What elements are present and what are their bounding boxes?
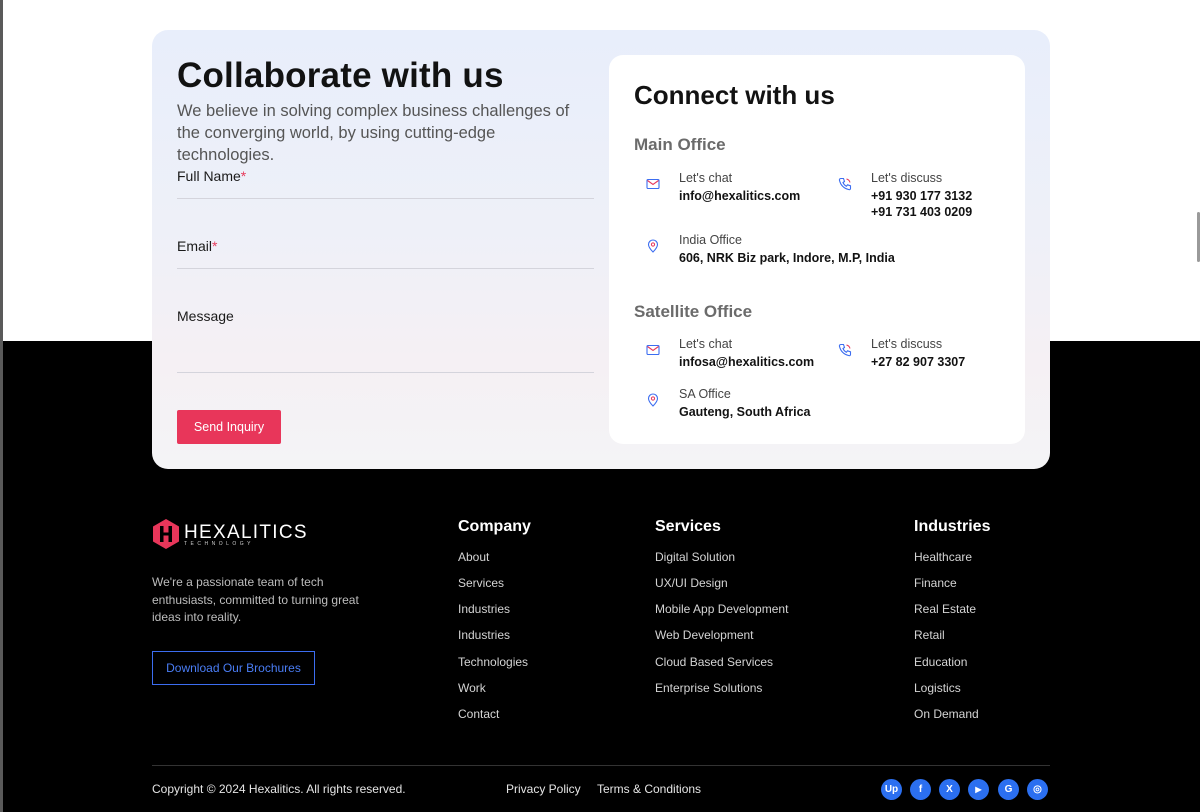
footer-link[interactable]: On Demand — [914, 707, 979, 721]
mail-icon — [646, 344, 660, 356]
instagram-icon[interactable]: ◎ — [1027, 779, 1048, 800]
location-pin-icon — [647, 393, 659, 407]
download-brochure-button[interactable]: Download Our Brochures — [152, 651, 315, 685]
x-twitter-icon[interactable]: X — [939, 779, 960, 800]
facebook-icon[interactable]: f — [910, 779, 931, 800]
footer-link[interactable]: Technologies — [458, 655, 528, 669]
footer-link[interactable]: Enterprise Solutions — [655, 681, 762, 695]
footer-link[interactable]: Work — [458, 681, 486, 695]
mail-icon — [646, 178, 660, 190]
collaborate-subtitle: We believe in solving complex business c… — [177, 102, 570, 164]
office-label: India Office — [679, 233, 743, 247]
email-link[interactable]: info@hexalitics.com — [679, 188, 800, 204]
terms-link[interactable]: Terms & Conditions — [597, 782, 701, 796]
chat-label: Let's chat — [679, 337, 733, 351]
services-column: Services Digital Solution UX/UI Design M… — [655, 518, 788, 695]
footer-link[interactable]: Education — [914, 655, 967, 669]
window-edge — [0, 0, 3, 812]
phone-link-2[interactable]: +91 731 403 0209 — [871, 204, 972, 220]
footer-link[interactable]: Services — [458, 576, 504, 590]
office-address: 606, NRK Biz park, Indore, M.P, India — [679, 251, 895, 265]
office-address: Gauteng, South Africa — [679, 405, 811, 419]
phone-link[interactable]: +27 82 907 3307 — [871, 354, 965, 370]
footer-link[interactable]: Logistics — [914, 681, 961, 695]
full-name-label: Full Name* — [177, 168, 247, 184]
footer-link[interactable]: Healthcare — [914, 550, 972, 564]
footer-link[interactable]: Contact — [458, 707, 499, 721]
footer-link[interactable]: About — [458, 550, 489, 564]
connect-panel: Connect with us Main Office Let's chat i… — [609, 55, 1025, 444]
office-label: SA Office — [679, 387, 731, 401]
industries-column: Industries Healthcare Finance Real Estat… — [914, 518, 991, 721]
phone-icon — [838, 177, 852, 191]
footer-divider — [152, 765, 1050, 766]
send-inquiry-button[interactable]: Send Inquiry — [177, 410, 281, 444]
logo-subtext: TECHNOLOGY — [184, 541, 255, 547]
footer-link[interactable]: Digital Solution — [655, 550, 735, 564]
main-office-title: Main Office — [634, 135, 726, 154]
email-field[interactable]: Email* — [177, 238, 594, 269]
email-link[interactable]: infosa@hexalitics.com — [679, 354, 814, 370]
full-name-field[interactable]: Full Name* — [177, 168, 594, 199]
phone-link-1[interactable]: +91 930 177 3132 — [871, 188, 972, 204]
google-icon[interactable]: G — [998, 779, 1019, 800]
discuss-label: Let's discuss — [871, 337, 943, 351]
footer-link[interactable]: Retail — [914, 628, 945, 642]
footer-link[interactable]: Cloud Based Services — [655, 655, 773, 669]
footer-link[interactable]: Mobile App Development — [655, 602, 788, 616]
footer-link[interactable]: Industries — [458, 628, 510, 642]
phone-icon — [838, 343, 852, 357]
location-pin-icon — [647, 239, 659, 253]
company-column: Company About Services Industries Indust… — [458, 518, 531, 721]
footer-link[interactable]: Real Estate — [914, 602, 976, 616]
collaborate-title: Collaborate with us — [177, 56, 504, 95]
footer-link[interactable]: Industries — [458, 602, 510, 616]
services-heading: Services — [655, 518, 721, 535]
hexagon-logo-icon — [153, 519, 179, 549]
footer-link[interactable]: Web Development — [655, 628, 754, 642]
youtube-icon[interactable]: ▶ — [968, 779, 989, 800]
footer-link[interactable]: UX/UI Design — [655, 576, 728, 590]
satellite-office-title: Satellite Office — [634, 302, 753, 321]
hexalitics-logo[interactable]: HEXALITICS TECHNOLOGY — [152, 517, 307, 551]
connect-title: Connect with us — [634, 80, 835, 110]
copyright-text: Copyright © 2024 Hexalitics. All rights … — [152, 782, 406, 796]
chat-label: Let's chat — [679, 171, 733, 185]
email-label: Email* — [177, 238, 218, 254]
privacy-policy-link[interactable]: Privacy Policy — [506, 782, 581, 796]
message-label: Message — [177, 308, 234, 324]
footer-about: We're a passionate team of tech enthusia… — [152, 575, 359, 624]
contact-card: Collaborate with us We believe in solvin… — [152, 30, 1050, 469]
upwork-icon[interactable]: Up — [881, 779, 902, 800]
company-heading: Company — [458, 518, 531, 535]
footer-link[interactable]: Finance — [914, 576, 957, 590]
message-field[interactable]: Message — [177, 308, 594, 373]
industries-heading: Industries — [914, 518, 991, 535]
discuss-label: Let's discuss — [871, 171, 943, 185]
